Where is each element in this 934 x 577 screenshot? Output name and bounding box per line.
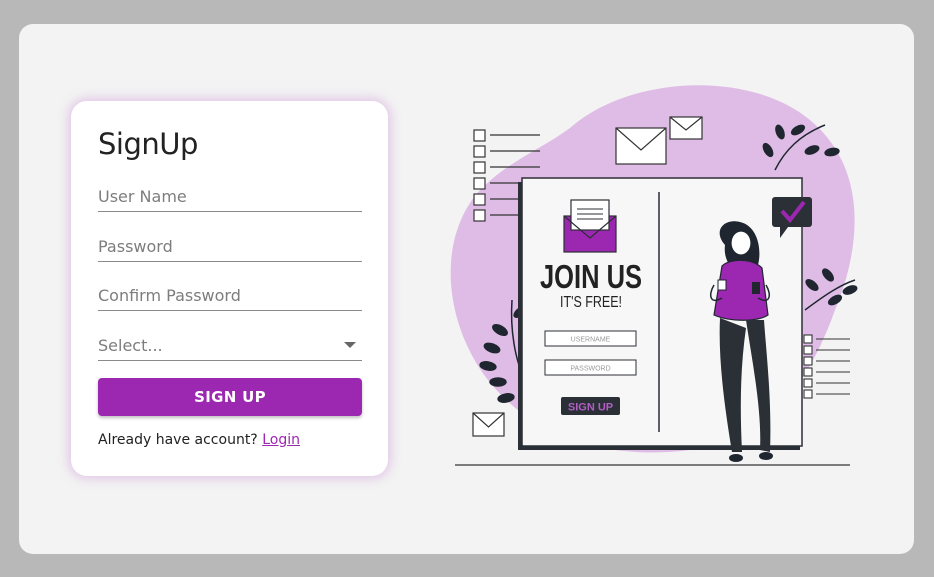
its-free-subheadline: IT'S FREE! [560, 294, 622, 311]
chevron-down-icon[interactable] [344, 342, 356, 348]
username-field[interactable]: User Name [98, 185, 362, 212]
mock-signup-label: SIGN UP [568, 402, 613, 414]
confirm-password-placeholder: Confirm Password [98, 286, 241, 305]
login-prompt-text: Already have account? [98, 432, 258, 448]
mail-letter-icon [563, 199, 617, 253]
join-us-headline: JOIN US [540, 258, 642, 295]
login-link[interactable]: Login [262, 432, 300, 448]
envelope-icon [615, 127, 667, 165]
mock-password-label: PASSWORD [570, 366, 610, 373]
form-title: SignUp [98, 127, 198, 161]
password-field[interactable]: Password [98, 235, 362, 262]
login-prompt: Already have account? Login [98, 432, 300, 448]
signup-button[interactable]: SIGN UP [98, 378, 362, 416]
envelope-small-icon [669, 116, 703, 140]
role-select[interactable]: Select... [98, 334, 362, 361]
mock-username-label: USERNAME [571, 337, 611, 344]
envelope-bottom-icon [472, 412, 505, 437]
select-placeholder: Select... [98, 336, 163, 355]
username-placeholder: User Name [98, 187, 187, 206]
confirm-password-field[interactable]: Confirm Password [98, 284, 362, 311]
password-placeholder: Password [98, 237, 173, 256]
signup-illustration: JOIN US IT'S FREE! USERNAME PASSWORD SIG… [450, 85, 858, 466]
signup-form-card: SignUp User Name Password Confirm Passwo… [71, 101, 388, 476]
